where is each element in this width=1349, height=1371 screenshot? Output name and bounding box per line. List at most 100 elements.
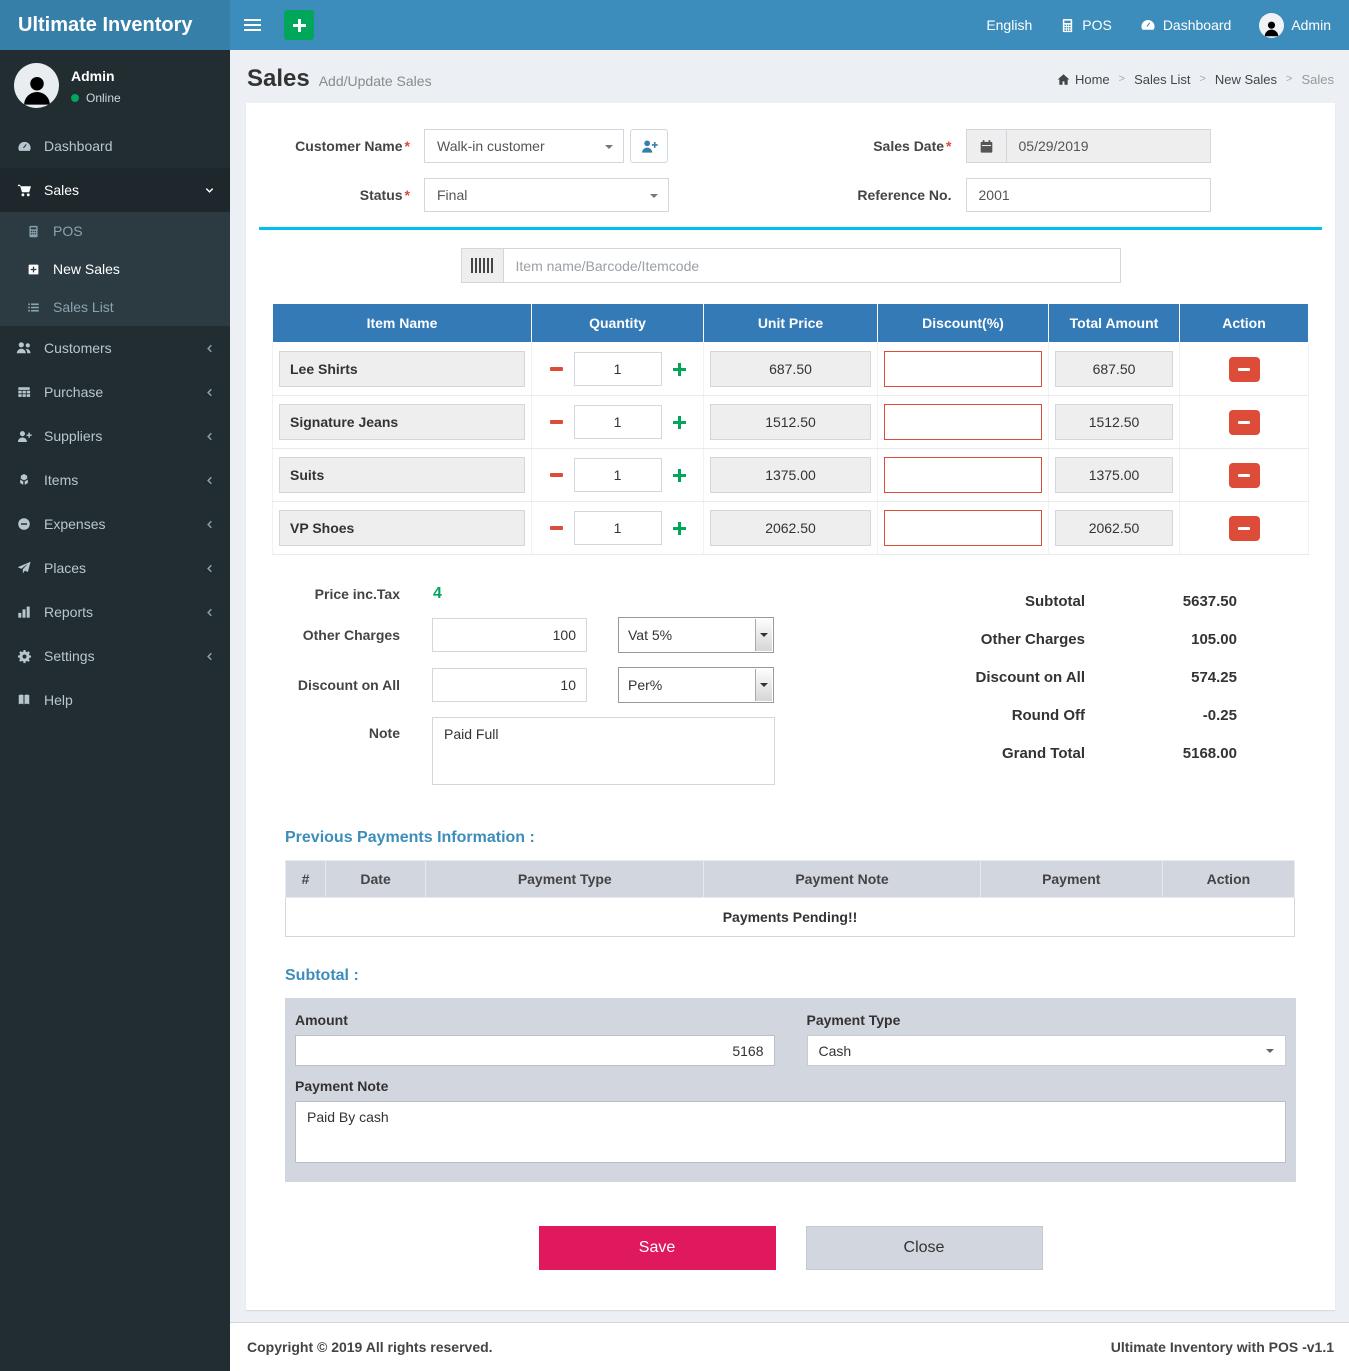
sidebar-item-reports[interactable]: Reports: [0, 590, 230, 634]
sidebar-item-settings[interactable]: Settings: [0, 634, 230, 678]
reference-label: Reference No.: [791, 187, 966, 203]
sidebar-item-help[interactable]: Help: [0, 678, 230, 722]
sidebar-item-places[interactable]: Places: [0, 546, 230, 590]
quantity-increase-button[interactable]: [671, 520, 688, 537]
quantity-input[interactable]: [574, 458, 662, 492]
barcode-icon: [461, 248, 503, 283]
plus-icon: [293, 19, 306, 32]
column-header-total: Total Amount: [1049, 304, 1180, 343]
reference-input[interactable]: [966, 178, 1211, 212]
chevron-left-icon: [204, 563, 215, 574]
plus-icon: [673, 363, 686, 376]
dashboard-icon: [1140, 17, 1156, 33]
discount-input[interactable]: [884, 510, 1042, 546]
quantity-input[interactable]: [574, 511, 662, 545]
total-amount-field: [1055, 510, 1173, 546]
item-search-input[interactable]: [503, 248, 1121, 283]
status-select[interactable]: Final: [424, 178, 669, 212]
topbar-pos-link[interactable]: POS: [1060, 17, 1112, 33]
brand-logo[interactable]: Ultimate Inventory: [0, 0, 230, 50]
unit-price-field: [710, 457, 871, 493]
remove-item-button[interactable]: [1229, 516, 1260, 541]
bar-chart-icon: [15, 605, 33, 619]
payment-type-select[interactable]: Cash: [807, 1035, 1287, 1066]
note-label: Note: [272, 717, 400, 741]
sidebar-subitem-sales-list[interactable]: Sales List: [0, 288, 230, 326]
quantity-decrease-button[interactable]: [548, 418, 565, 426]
item-name-field: [279, 404, 525, 440]
customer-select-value: Walk-in customer: [437, 138, 545, 154]
sidebar-item-purchase[interactable]: Purchase: [0, 370, 230, 414]
status-label: Status*: [272, 187, 424, 203]
home-icon: [1057, 73, 1070, 86]
user-menu[interactable]: Admin: [1259, 13, 1331, 38]
sidebar-subitem-label: Sales List: [53, 299, 114, 315]
add-customer-button[interactable]: [630, 129, 668, 163]
payment-panel: Amount Payment Type Cash Payment Note Pa…: [285, 998, 1296, 1182]
sidebar-item-customers[interactable]: Customers: [0, 326, 230, 370]
sidebar-item-suppliers[interactable]: Suppliers: [0, 414, 230, 458]
discount-input[interactable]: [884, 351, 1042, 387]
dashboard-icon: [15, 139, 33, 154]
sidebar-toggle-button[interactable]: [230, 0, 274, 50]
item-name-field: [279, 351, 525, 387]
breadcrumb-new-sales[interactable]: New Sales: [1215, 72, 1277, 87]
quantity-increase-button[interactable]: [671, 361, 688, 378]
quantity-decrease-button[interactable]: [548, 524, 565, 532]
users-icon: [15, 340, 33, 356]
sales-date-input[interactable]: [1006, 129, 1211, 163]
remove-item-button[interactable]: [1229, 357, 1260, 382]
breadcrumb-home[interactable]: Home: [1057, 72, 1110, 87]
remove-item-button[interactable]: [1229, 463, 1260, 488]
other-charges-row: Other Charges105.00: [905, 631, 1237, 648]
customer-select[interactable]: Walk-in customer: [424, 129, 624, 163]
version-text: Ultimate Inventory with POS -v1.1: [1111, 1339, 1334, 1355]
quantity-decrease-button[interactable]: [548, 365, 565, 373]
round-off-row: Round Off-0.25: [905, 707, 1237, 724]
discount-type-select[interactable]: Per%: [618, 667, 774, 703]
calculator-icon: [24, 225, 42, 238]
language-menu[interactable]: English: [986, 17, 1032, 33]
plus-icon: [673, 416, 686, 429]
topbar: Ultimate Inventory English POS Dashboard: [0, 0, 1349, 50]
discount-input[interactable]: [884, 404, 1042, 440]
sidebar-item-expenses[interactable]: Expenses: [0, 502, 230, 546]
unit-price-field: [710, 404, 871, 440]
sales-date-label: Sales Date*: [791, 138, 966, 154]
sidebar-subitem-pos[interactable]: POS: [0, 212, 230, 250]
quantity-decrease-button[interactable]: [548, 471, 565, 479]
topbar-dashboard-link[interactable]: Dashboard: [1140, 17, 1232, 33]
amount-input[interactable]: [295, 1035, 775, 1066]
discount-input[interactable]: [884, 457, 1042, 493]
breadcrumb-sales-list[interactable]: Sales List: [1134, 72, 1190, 87]
other-charges-type-select[interactable]: Vat 5%: [618, 617, 774, 653]
payment-note-textarea[interactable]: Paid By cash: [295, 1101, 1286, 1163]
remove-item-button[interactable]: [1229, 410, 1260, 435]
sidebar-item-sales[interactable]: Sales: [0, 168, 230, 212]
chevron-left-icon: [204, 431, 215, 442]
online-dot-icon: [71, 94, 79, 102]
minus-icon: [550, 526, 563, 530]
column-header-item-name: Item Name: [273, 304, 532, 343]
quantity-input[interactable]: [574, 405, 662, 439]
quantity-increase-button[interactable]: [671, 414, 688, 431]
quantity-input[interactable]: [574, 352, 662, 386]
sidebar-item-items[interactable]: Items: [0, 458, 230, 502]
breadcrumb-separator: >: [1199, 73, 1205, 85]
user-avatar: [14, 63, 59, 108]
other-charges-input[interactable]: [432, 618, 587, 652]
discount-on-all-input[interactable]: [432, 668, 587, 702]
minus-icon: [550, 420, 563, 424]
close-button[interactable]: Close: [806, 1226, 1043, 1270]
quantity-increase-button[interactable]: [671, 467, 688, 484]
quick-add-button[interactable]: [284, 10, 314, 40]
item-row: [273, 449, 1309, 502]
sidebar-subitem-new-sales[interactable]: New Sales: [0, 250, 230, 288]
price-inc-tax-value: 4: [433, 585, 442, 603]
note-textarea[interactable]: Paid Full: [432, 717, 775, 785]
sidebar-item-label: Help: [44, 692, 73, 708]
save-button[interactable]: Save: [539, 1226, 776, 1270]
minus-icon: [1238, 421, 1250, 424]
sidebar-item-dashboard[interactable]: Dashboard: [0, 124, 230, 168]
sidebar-item-label: Sales: [44, 182, 79, 198]
